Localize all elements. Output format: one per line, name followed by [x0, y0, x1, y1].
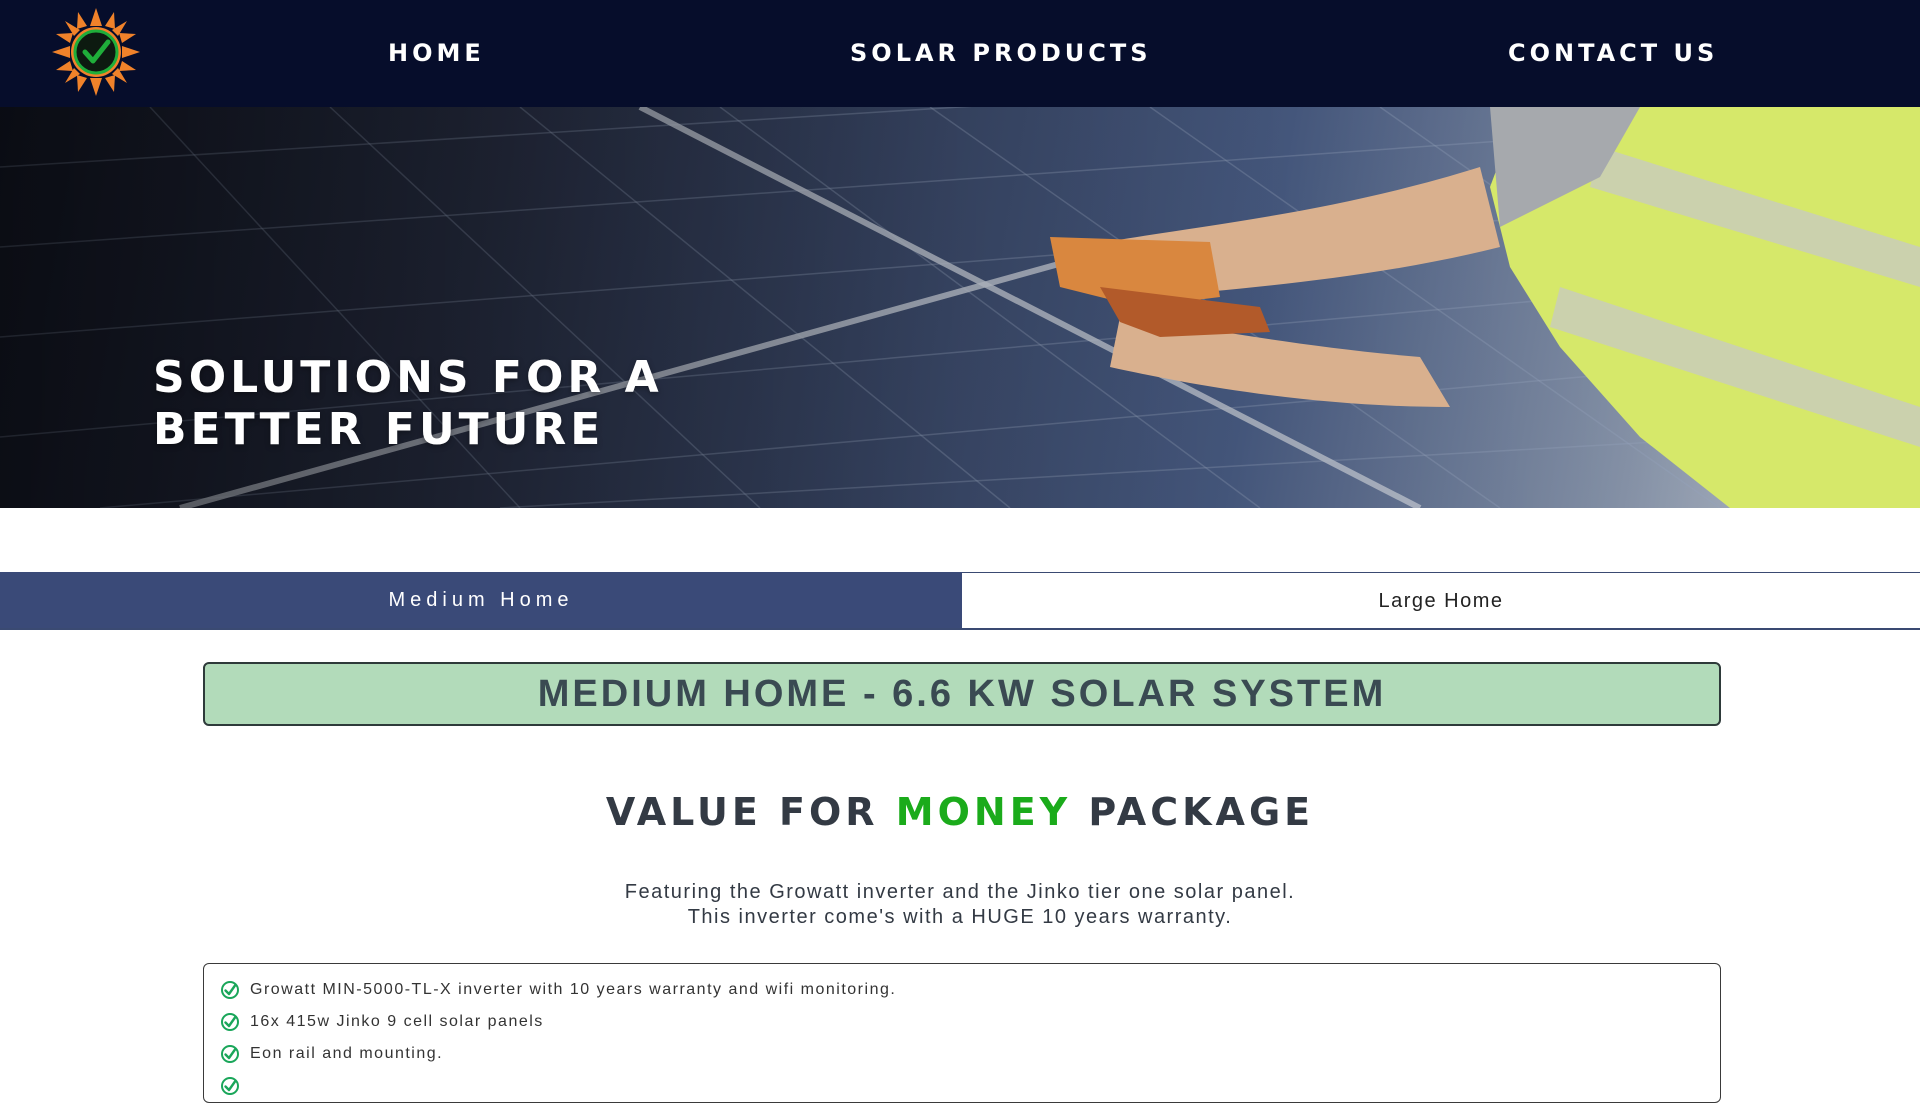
value-heading-post: PACKAGE — [1071, 790, 1315, 834]
list-item — [204, 1070, 1720, 1102]
value-heading-pre: VALUE FOR — [605, 790, 896, 834]
list-item: Growatt MIN-5000-TL-X inverter with 10 y… — [204, 974, 1720, 1006]
hero-title: SOLUTIONS FOR A BETTER FUTURE — [153, 352, 663, 456]
tab-medium-home[interactable]: Medium Home — [0, 572, 962, 628]
value-heading: VALUE FOR MONEY PACKAGE — [0, 786, 1920, 838]
hero-title-line2: BETTER FUTURE — [153, 404, 605, 455]
home-size-tabs: Medium Home Large Home — [0, 572, 1920, 630]
hero-banner: SOLUTIONS FOR A BETTER FUTURE — [0, 107, 1920, 508]
feature-text: 16x 415w Jinko 9 cell solar panels — [250, 1013, 544, 1030]
check-circle-icon — [221, 1077, 239, 1095]
hero-title-line1: SOLUTIONS FOR A — [153, 352, 663, 403]
value-heading-accent: MONEY — [895, 790, 1072, 834]
list-item: Eon rail and mounting. — [204, 1038, 1720, 1070]
package-description: Featuring the Growatt inverter and the J… — [0, 880, 1920, 930]
top-navbar: HOME SOLAR PRODUCTS CONTACT US — [0, 0, 1920, 107]
nav-home-link[interactable]: HOME — [388, 38, 485, 68]
check-circle-icon — [221, 1013, 239, 1031]
description-line1: Featuring the Growatt inverter and the J… — [624, 881, 1296, 903]
description-line2: This inverter come's with a HUGE 10 year… — [687, 906, 1233, 928]
feature-text: Eon rail and mounting. — [250, 1045, 444, 1062]
tab-large-home[interactable]: Large Home — [962, 572, 1920, 628]
feature-text: Growatt MIN-5000-TL-X inverter with 10 y… — [250, 981, 897, 998]
list-item: 16x 415w Jinko 9 cell solar panels — [204, 1006, 1720, 1038]
sun-check-logo-icon[interactable] — [52, 8, 140, 96]
nav-solar-products-link[interactable]: SOLAR PRODUCTS — [850, 38, 1152, 68]
feature-list: Growatt MIN-5000-TL-X inverter with 10 y… — [203, 963, 1721, 1103]
nav-contact-us-link[interactable]: CONTACT US — [1508, 38, 1718, 68]
package-title-banner: MEDIUM HOME - 6.6 KW SOLAR SYSTEM — [203, 662, 1721, 726]
check-circle-icon — [221, 1045, 239, 1063]
check-circle-icon — [221, 981, 239, 999]
